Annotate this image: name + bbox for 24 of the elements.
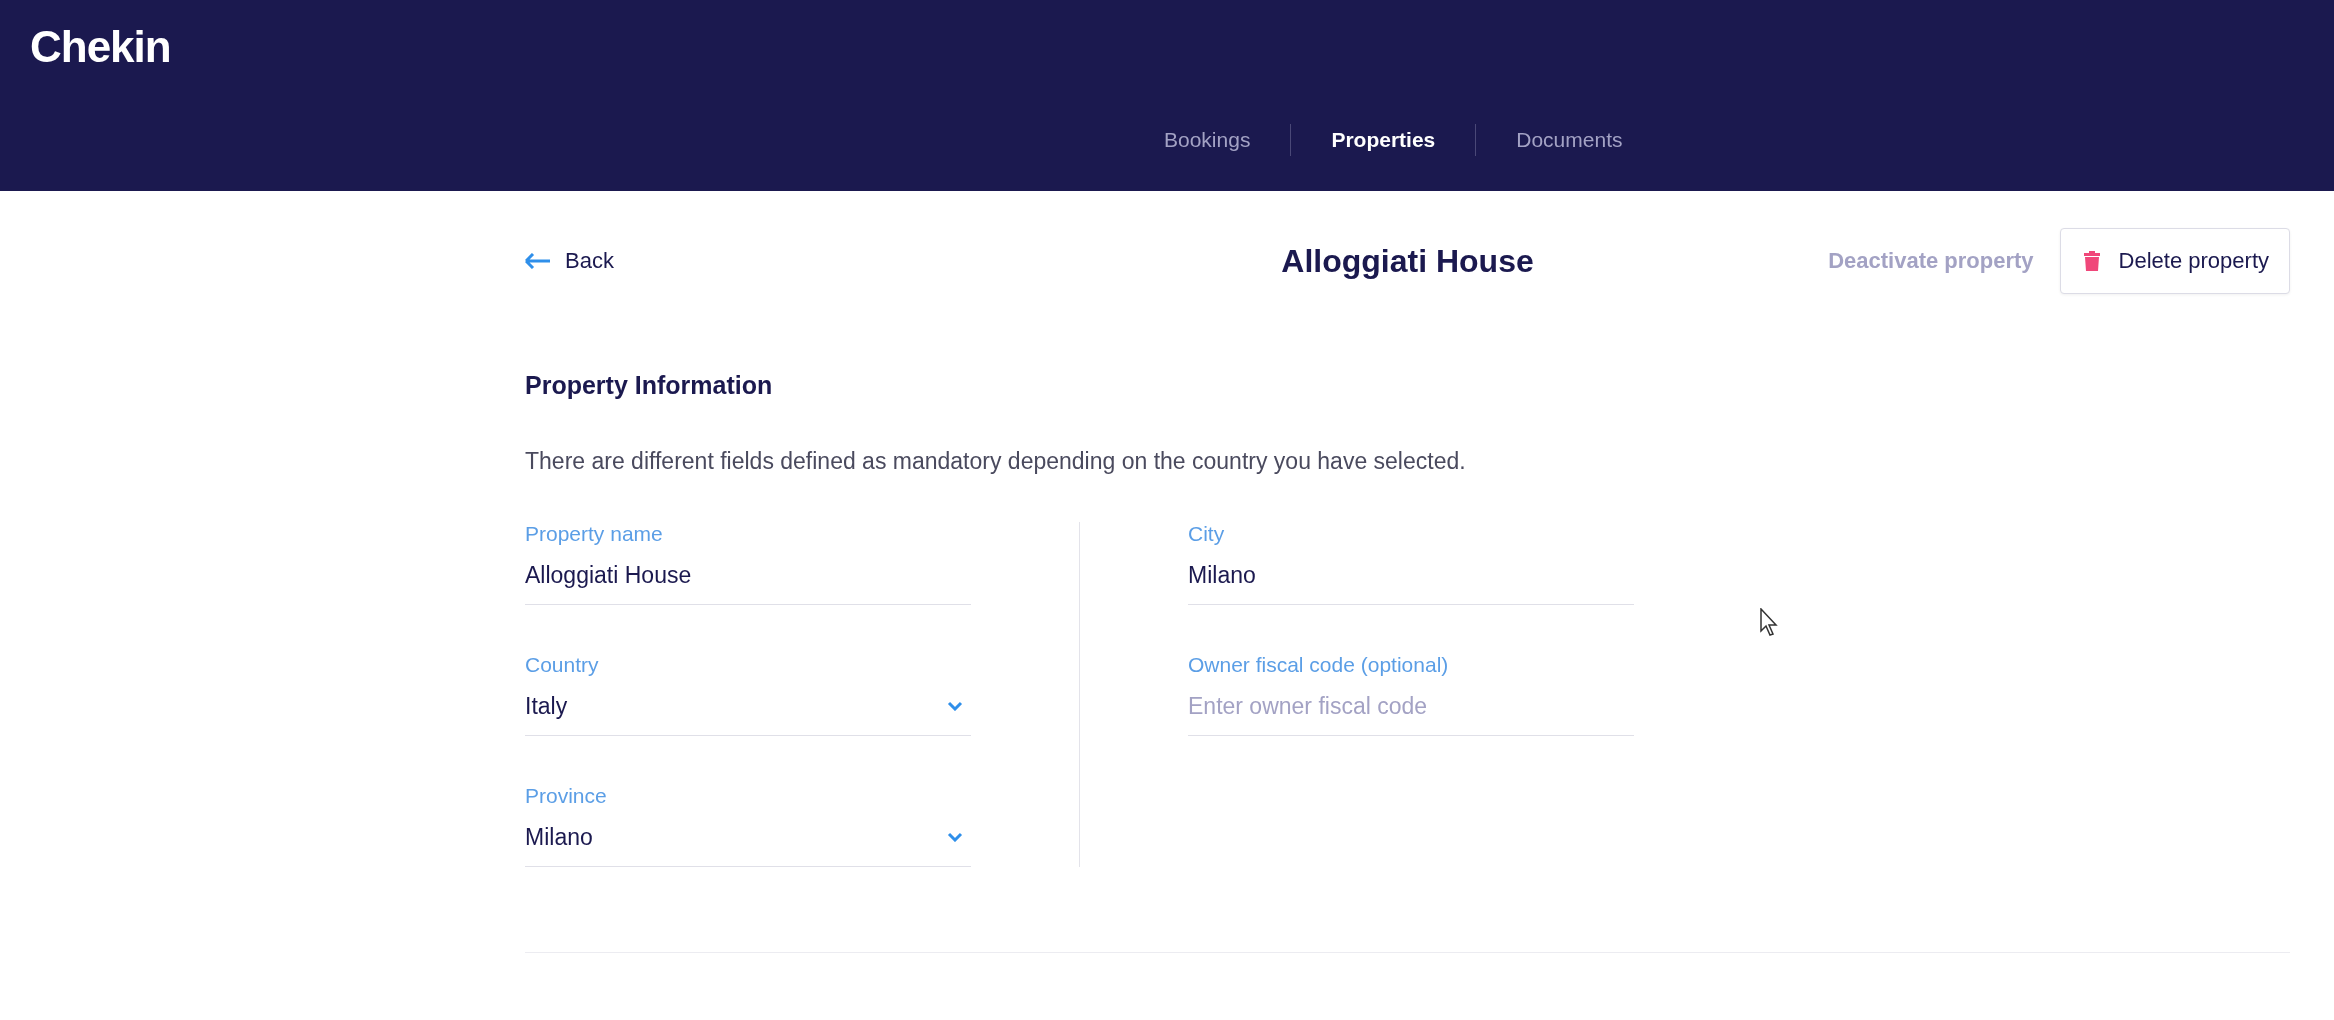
field-label: Province — [525, 784, 608, 808]
page-title: Alloggiati House — [1281, 242, 1534, 280]
delete-button[interactable]: Delete property — [2059, 228, 2290, 294]
arrow-left-icon — [525, 253, 551, 269]
nav-tab[interactable]: Properties — [1331, 128, 1436, 152]
description-text: There are different fields defined as mandatory depending on the country you have selected. — [525, 448, 1467, 475]
back-link[interactable]: Back — [525, 248, 614, 274]
nav-tab[interactable]: Bookings — [1164, 128, 1251, 152]
field-label: Property name — [525, 522, 664, 546]
field-label: Owner fiscal code (optional) — [1188, 653, 1450, 677]
chevron-down-icon — [947, 832, 963, 842]
nav-tab[interactable]: Documents — [1516, 128, 1623, 152]
field-label: City — [1188, 522, 1226, 546]
input-field[interactable]: Milano — [1188, 546, 1634, 605]
logo[interactable]: Chekin — [30, 22, 171, 72]
input-field[interactable]: Alloggiati House — [525, 546, 971, 605]
select-field[interactable]: Milano — [525, 808, 971, 867]
field-label: Country — [525, 653, 600, 677]
trash-icon — [2082, 250, 2101, 272]
select-field[interactable]: Italy — [525, 677, 971, 736]
input-field[interactable]: Enter owner fiscal code — [1188, 677, 1634, 736]
mouse-cursor-icon — [1760, 608, 1780, 638]
section-title: Property Information — [525, 371, 774, 400]
chevron-down-icon — [947, 701, 963, 711]
